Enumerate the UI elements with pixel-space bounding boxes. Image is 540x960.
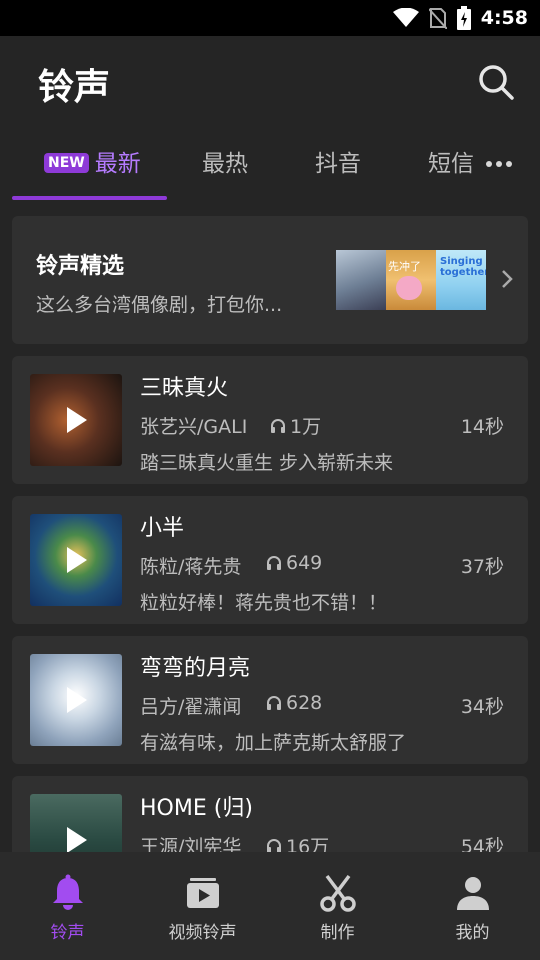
song-artist: 陈粒/蒋先贵 xyxy=(140,556,242,578)
category-tabs: NEW 最新 最热 抖音 短信 xyxy=(0,136,540,202)
song-title: HOME (归) xyxy=(140,796,253,821)
collage-image-1 xyxy=(336,250,386,310)
collage-caption: Singing together! xyxy=(440,256,486,278)
song-description: 踏三昧真火重生 步入崭新未来 xyxy=(140,452,394,474)
featured-collection-card[interactable]: 铃声精选 这么多台湾偶像剧，打包你... 先冲了 Singing togethe… xyxy=(12,216,528,344)
album-cover xyxy=(30,654,122,746)
song-title: 三昧真火 xyxy=(140,376,229,401)
nav-label: 我的 xyxy=(455,923,490,943)
album-cover xyxy=(30,514,122,606)
status-bar: 4:58 xyxy=(0,0,540,36)
featured-cover-collage: 先冲了 Singing together! xyxy=(336,250,486,310)
bell-icon xyxy=(52,874,83,910)
play-count-value: 1万 xyxy=(290,416,322,438)
play-icon[interactable] xyxy=(65,405,89,435)
nav-label: 铃声 xyxy=(50,923,85,943)
collage-image-2: 先冲了 xyxy=(386,250,436,310)
collage-image-3: Singing together! xyxy=(436,250,486,310)
no-sim-icon xyxy=(428,8,447,29)
headphones-icon xyxy=(271,418,285,433)
tab-latest[interactable]: NEW 最新 xyxy=(44,148,141,180)
app-header: 铃声 xyxy=(0,36,540,128)
user-icon xyxy=(456,877,489,910)
scissors-icon xyxy=(319,874,356,912)
play-icon[interactable] xyxy=(65,685,89,715)
song-duration: 34秒 xyxy=(460,696,504,718)
tab-label: 最新 xyxy=(94,151,141,177)
active-tab-indicator xyxy=(12,196,167,200)
tab-douyin[interactable]: 抖音 xyxy=(315,148,361,180)
nav-video-ringtones[interactable]: 视频铃声 xyxy=(135,852,270,960)
headphones-icon xyxy=(267,696,281,710)
headphones-icon xyxy=(267,556,281,570)
play-count: 649 xyxy=(266,552,322,574)
nav-create[interactable]: 制作 xyxy=(270,852,405,960)
tab-hottest[interactable]: 最热 xyxy=(202,148,248,180)
song-item[interactable]: 三昧真火 张艺兴/GALI 1万 14秒 踏三昧真火重生 步入崭新未来 xyxy=(12,356,528,484)
featured-title: 铃声精选 xyxy=(36,254,125,279)
tab-sms[interactable]: 短信 xyxy=(428,148,474,180)
play-count: 628 xyxy=(266,692,322,714)
play-count-value: 649 xyxy=(286,552,323,574)
nav-profile[interactable]: 我的 xyxy=(405,852,540,960)
song-title: 弯弯的月亮 xyxy=(140,656,251,681)
nav-ringtones[interactable]: 铃声 xyxy=(0,852,135,960)
new-badge: NEW xyxy=(44,153,89,173)
song-artist: 吕方/翟潇闻 xyxy=(140,696,242,718)
nav-label: 视频铃声 xyxy=(168,923,237,943)
status-time: 4:58 xyxy=(480,7,528,29)
song-artist: 张艺兴/GALI xyxy=(140,416,248,438)
song-duration: 37秒 xyxy=(460,556,504,578)
song-item[interactable]: 小半 陈粒/蒋先贵 649 37秒 粒粒好棒！蒋先贵也不错！！ xyxy=(12,496,528,624)
song-duration: 14秒 xyxy=(460,416,504,438)
wifi-icon xyxy=(392,8,419,27)
play-icon[interactable] xyxy=(65,545,89,575)
battery-icon xyxy=(456,6,471,30)
chevron-right-icon xyxy=(502,270,513,288)
collage-caption: 先冲了 xyxy=(388,260,421,273)
album-cover xyxy=(30,374,122,466)
nav-label: 制作 xyxy=(320,923,355,943)
bottom-navigation: 铃声 视频铃声 制作 我的 xyxy=(0,852,540,960)
video-icon xyxy=(186,878,219,908)
song-description: 粒粒好棒！蒋先贵也不错！！ xyxy=(140,592,388,614)
more-icon[interactable] xyxy=(486,154,512,174)
play-icon[interactable] xyxy=(65,825,89,855)
play-count-value: 628 xyxy=(286,692,323,714)
song-title: 小半 xyxy=(140,516,185,541)
page-title: 铃声 xyxy=(38,67,111,108)
search-icon[interactable] xyxy=(476,62,516,102)
featured-subtitle: 这么多台湾偶像剧，打包你... xyxy=(36,294,283,316)
song-description: 有滋有味，加上萨克斯太舒服了 xyxy=(140,732,407,754)
song-item[interactable]: 弯弯的月亮 吕方/翟潇闻 628 34秒 有滋有味，加上萨克斯太舒服了 xyxy=(12,636,528,764)
play-count: 1万 xyxy=(270,412,321,439)
